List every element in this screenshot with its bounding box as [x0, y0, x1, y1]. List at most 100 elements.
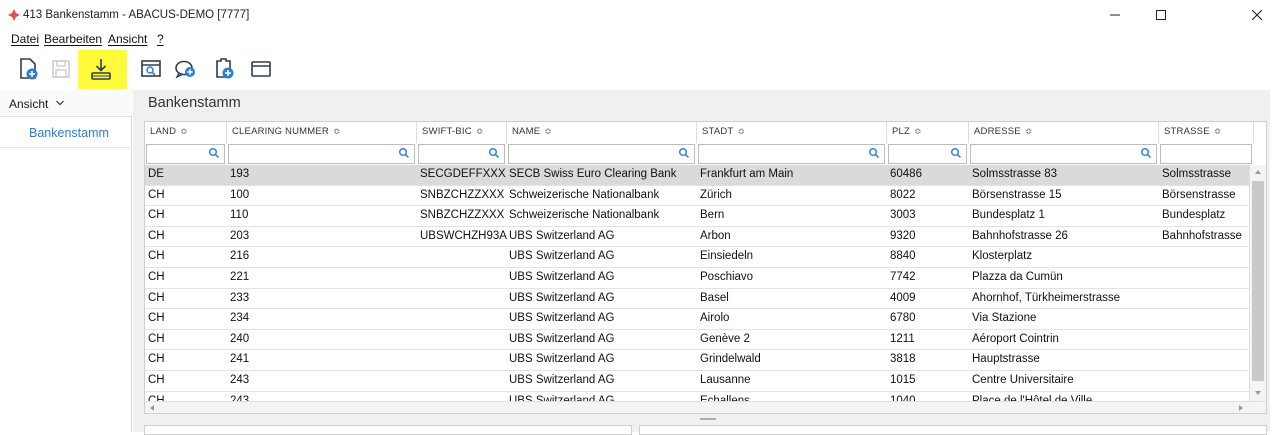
scroll-left-icon[interactable]: [148, 404, 156, 412]
menu-ansicht[interactable]: Ansicht: [108, 32, 147, 46]
filter-input-adresse[interactable]: [970, 144, 1157, 164]
table-row[interactable]: CH 240 UBS Switzerland AG Genève 2 1211 Aérop…: [145, 330, 1249, 351]
cell-adresse: Bahnhofstrasse 26: [972, 229, 1068, 242]
column-header-label: NAME: [512, 126, 541, 137]
search-window-button[interactable]: [137, 54, 167, 84]
minimize-button[interactable]: [1092, 0, 1138, 30]
filter-input-swift-bic[interactable]: [418, 144, 505, 164]
toolbar: [0, 50, 1278, 88]
column-header-label: STADT: [702, 126, 734, 137]
scroll-up-icon[interactable]: [1254, 168, 1262, 176]
filter-input-name[interactable]: [508, 144, 695, 164]
sort-icon[interactable]: ≎: [1025, 126, 1033, 136]
cell-clearing-nummer: 216: [230, 250, 250, 263]
save-button[interactable]: [46, 54, 76, 84]
menu-datei[interactable]: Datei: [11, 32, 39, 46]
sidebar: Ansicht Bankenstamm: [0, 90, 132, 432]
abacus-app-icon: [8, 9, 20, 21]
scroll-right-icon[interactable]: [1237, 404, 1245, 412]
filter-input-strasse[interactable]: [1160, 144, 1252, 164]
window-button[interactable]: [246, 54, 276, 84]
column-header-land[interactable]: LAND ≎: [145, 122, 227, 143]
vertical-scroll-thumb[interactable]: [1252, 181, 1264, 381]
cell-stadt: Genève 2: [700, 332, 750, 345]
table-row[interactable]: CH 110 SNBZCHZZXXX Schweizerische Nationalb…: [145, 206, 1249, 227]
add-comment-button[interactable]: [171, 54, 201, 84]
download-button[interactable]: [86, 54, 116, 84]
column-header-strasse[interactable]: STRASSE ≎: [1159, 122, 1254, 143]
filter-input-plz[interactable]: [888, 144, 967, 164]
cell-clearing-nummer: 193: [230, 168, 250, 180]
cell-plz: 7742: [890, 271, 916, 283]
maximize-button[interactable]: [1138, 0, 1184, 30]
cell-strasse: Bundesplatz: [1162, 209, 1226, 222]
sort-icon[interactable]: ≎: [1214, 126, 1222, 136]
vertical-scrollbar[interactable]: [1249, 165, 1266, 401]
new-document-button[interactable]: [14, 54, 44, 84]
cell-swift-bic: SNBZCHZZXXX: [420, 209, 505, 222]
menu-help[interactable]: ?: [157, 32, 164, 46]
sidebar-item-bankenstamm[interactable]: Bankenstamm: [0, 118, 132, 148]
cell-name: UBS Switzerland AG: [509, 250, 615, 263]
table-row[interactable]: CH 233 UBS Switzerland AG Basel 4009 Ahornhof…: [145, 289, 1249, 310]
cell-land: CH: [148, 291, 165, 304]
new-entry-button[interactable]: [210, 54, 240, 84]
cell-adresse: Hauptstrasse: [972, 353, 1040, 366]
cell-clearing-nummer: 221: [230, 271, 250, 283]
cell-adresse: Centre Universitaire: [972, 374, 1074, 386]
filter-field[interactable]: [971, 145, 1156, 163]
close-button[interactable]: [1184, 0, 1278, 30]
add-comment-icon: [175, 60, 195, 79]
menu-bearbeiten[interactable]: Bearbeiten: [44, 32, 102, 46]
cell-land: CH: [148, 250, 165, 263]
table-row[interactable]: CH 203 UBSWCHZH93A UBS Switzerland AG Arbon 9…: [145, 227, 1249, 248]
table-row[interactable]: DE 193 SECGDEFFXXX SECB Swiss Euro Clearing…: [145, 165, 1249, 186]
cell-plz: 6780: [890, 312, 916, 325]
filter-input-clearing-nummer[interactable]: [228, 144, 415, 164]
cell-clearing-nummer: 234: [230, 312, 250, 325]
column-header-stadt[interactable]: STADT ≎: [697, 122, 887, 143]
minimize-icon: [1110, 14, 1120, 16]
column-header-swift-bic[interactable]: SWIFT-BIC ≎: [417, 122, 507, 143]
sort-icon[interactable]: ≎: [914, 126, 922, 136]
save-icon: [52, 60, 70, 78]
filter-field[interactable]: [699, 145, 884, 163]
table-row[interactable]: CH 234 UBS Switzerland AG Airolo 6780 Via Sta…: [145, 309, 1249, 330]
scroll-down-icon[interactable]: [1254, 389, 1262, 397]
search-icon: [869, 148, 880, 159]
table-row[interactable]: CH 100 SNBZCHZZXXX Schweizerische Nationalb…: [145, 186, 1249, 207]
column-header-plz[interactable]: PLZ ≎: [887, 122, 969, 143]
cell-adresse: Börsenstrasse 15: [972, 188, 1062, 201]
filter-field[interactable]: [1161, 145, 1251, 163]
sidebar-view-dropdown[interactable]: Ansicht: [0, 90, 132, 117]
cell-land: CH: [148, 374, 165, 386]
table-row[interactable]: CH 221 UBS Switzerland AG Poschiavo 7742 Plaz…: [145, 268, 1249, 289]
column-header-label: PLZ: [892, 126, 911, 137]
column-header-clearing-nummer[interactable]: CLEARING NUMMER ≎: [227, 122, 417, 143]
column-header-name[interactable]: NAME ≎: [507, 122, 697, 143]
sort-icon[interactable]: ≎: [180, 126, 188, 136]
sort-icon[interactable]: ≎: [737, 126, 745, 136]
table-row[interactable]: CH 241 UBS Switzerland AG Grindelwald 3818 Ha…: [145, 350, 1249, 371]
cell-stadt: Arbon: [700, 229, 731, 242]
window-icon: [251, 61, 271, 77]
filter-input-land[interactable]: [146, 144, 225, 164]
cell-strasse: Solmsstrasse: [1162, 168, 1232, 180]
sort-icon[interactable]: ≎: [476, 126, 484, 136]
cell-plz: 9320: [890, 229, 916, 242]
sort-icon[interactable]: ≎: [333, 126, 341, 136]
table-row[interactable]: CH 216 UBS Switzerland AG Einsiedeln 8840 Klo…: [145, 247, 1249, 268]
cell-land: CH: [148, 271, 165, 283]
cell-stadt: Airolo: [700, 312, 730, 325]
filter-field[interactable]: [509, 145, 694, 163]
column-header-adresse[interactable]: ADRESSE ≎: [969, 122, 1159, 143]
sort-icon[interactable]: ≎: [544, 126, 552, 136]
filter-input-stadt[interactable]: [698, 144, 885, 164]
splitter-handle[interactable]: [700, 418, 716, 420]
cell-land: CH: [148, 353, 165, 366]
new-document-icon: [20, 58, 38, 80]
horizontal-scrollbar[interactable]: [145, 401, 1266, 413]
table-row[interactable]: CH 243 UBS Switzerland AG Lausanne 1015 Centr…: [145, 371, 1249, 392]
cell-name: UBS Switzerland AG: [509, 271, 615, 283]
filter-field[interactable]: [229, 145, 414, 163]
